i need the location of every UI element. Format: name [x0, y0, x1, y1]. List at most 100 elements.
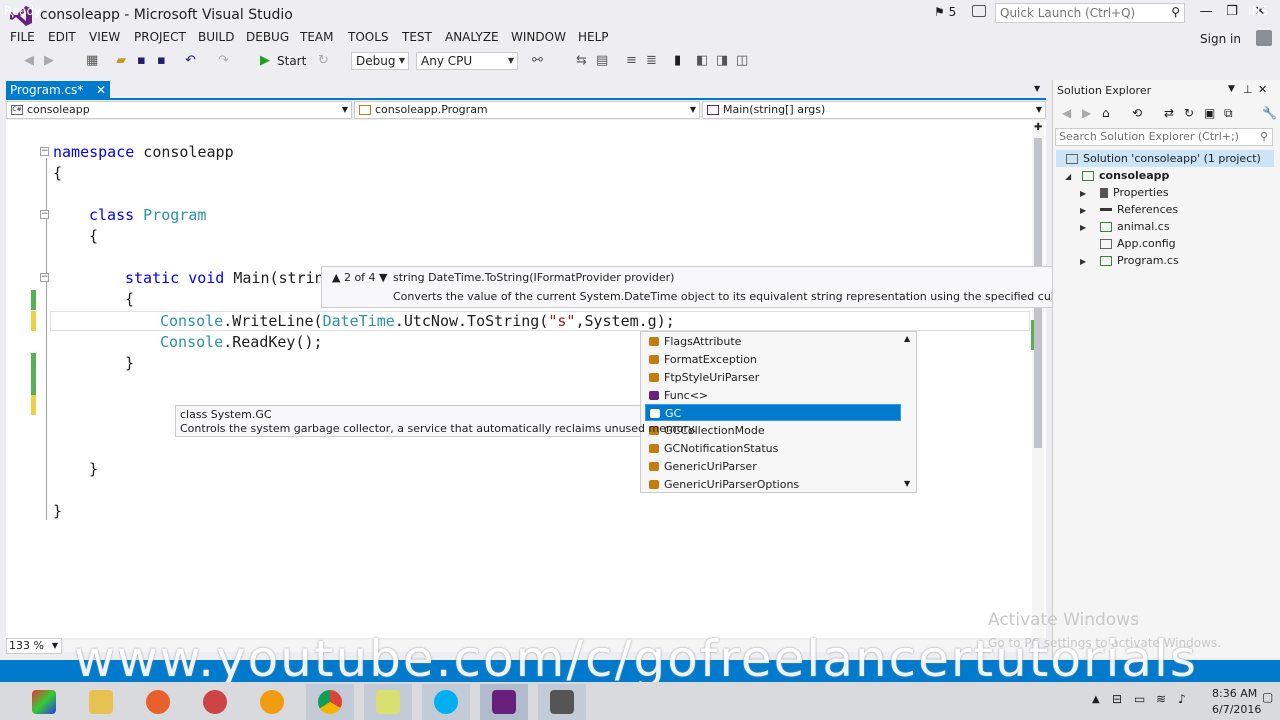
- search-icon[interactable]: ⚲: [1260, 129, 1268, 145]
- sign-in-link[interactable]: Sign in: [1200, 32, 1241, 46]
- taskbar-visual-studio[interactable]: [480, 684, 528, 720]
- pending-changes-icon[interactable]: ⇄: [1164, 106, 1174, 120]
- comment-icon[interactable]: ≡: [626, 53, 637, 68]
- collapsed-icon[interactable]: ▶: [1080, 223, 1086, 232]
- search-icon[interactable]: ⚲: [1171, 5, 1180, 19]
- completion-item-selected[interactable]: GC: [645, 404, 901, 421]
- split-icon[interactable]: ✚: [1034, 122, 1042, 133]
- menu-team[interactable]: TEAM: [300, 30, 333, 44]
- taskbar-recorder[interactable]: [538, 684, 586, 720]
- menu-window[interactable]: WINDOW: [511, 30, 566, 44]
- collapsed-icon[interactable]: ▶: [1080, 257, 1086, 266]
- tab-dropdown-icon[interactable]: ▼: [1034, 84, 1040, 93]
- forward-icon[interactable]: ▶: [44, 53, 54, 68]
- tab-program-cs[interactable]: Program.cs* ✕: [6, 81, 110, 99]
- tree-references[interactable]: References: [1100, 201, 1178, 218]
- taskbar-explorer[interactable]: [77, 684, 125, 720]
- taskbar-notes[interactable]: [364, 684, 412, 720]
- restore-button[interactable]: ❐: [1219, 4, 1245, 22]
- menu-test[interactable]: TEST: [402, 30, 432, 44]
- tree-properties[interactable]: Properties: [1100, 184, 1169, 201]
- new-project-icon[interactable]: ▦: [86, 53, 98, 68]
- start-icon[interactable]: ▶: [260, 53, 270, 68]
- completion-item[interactable]: GenericUriParserOptions: [645, 476, 901, 493]
- collapse-namespace-icon[interactable]: −: [40, 147, 49, 156]
- home-icon[interactable]: ⌂: [1102, 106, 1110, 120]
- battery-icon[interactable]: ▭: [1134, 692, 1145, 706]
- panel-dropdown-icon[interactable]: ▼: [1228, 84, 1235, 94]
- bookmark-icon[interactable]: ▮: [674, 53, 681, 68]
- pin-icon[interactable]: ⊥: [1243, 83, 1253, 96]
- taskbar-paint[interactable]: [20, 684, 68, 720]
- taskbar-firefox[interactable]: [134, 684, 182, 720]
- configuration-select[interactable]: Debug ▼: [351, 52, 409, 70]
- refresh-icon[interactable]: ↻: [318, 53, 329, 68]
- taskbar-snipping[interactable]: [191, 684, 239, 720]
- refresh-icon[interactable]: ↻: [1184, 106, 1194, 120]
- type-navigation-select[interactable]: consoleapp.Program ▼: [354, 101, 700, 119]
- zoom-select[interactable]: 133 % ▼: [6, 638, 62, 654]
- menu-analyze[interactable]: ANALYZE: [445, 30, 499, 44]
- notification-center-icon[interactable]: ▢: [1262, 690, 1273, 704]
- menu-edit[interactable]: EDIT: [48, 30, 76, 44]
- menu-file[interactable]: FILE: [10, 30, 35, 44]
- quick-launch-input[interactable]: [996, 4, 1156, 22]
- bookmark-next-icon[interactable]: ◨: [716, 53, 728, 68]
- close-panel-icon[interactable]: ✕: [1258, 83, 1267, 96]
- menu-project[interactable]: PROJECT: [134, 30, 186, 44]
- save-all-icon[interactable]: ▪: [157, 53, 166, 68]
- minimize-button[interactable]: —: [1193, 4, 1219, 22]
- back-icon[interactable]: ◀: [1062, 106, 1071, 120]
- start-button[interactable]: Start: [277, 54, 306, 68]
- properties-icon[interactable]: 🔧: [1262, 106, 1277, 120]
- tree-solution[interactable]: Solution 'consoleapp' (1 project): [1056, 150, 1274, 167]
- menu-help[interactable]: HELP: [578, 30, 609, 44]
- save-icon[interactable]: ▪: [137, 53, 146, 68]
- find-icon[interactable]: ⚯: [532, 53, 543, 68]
- clock-time[interactable]: 8:36 AM: [1212, 687, 1257, 700]
- tree-app-config[interactable]: App.config: [1100, 235, 1176, 252]
- collapsed-icon[interactable]: ▶: [1080, 189, 1086, 198]
- tree-project[interactable]: consoleapp: [1082, 167, 1169, 184]
- solution-explorer-search[interactable]: Search Solution Explorer (Ctrl+;) ⚲: [1055, 128, 1273, 146]
- scroll-up-icon[interactable]: ▲: [904, 334, 910, 343]
- taskbar-media[interactable]: [248, 684, 296, 720]
- overload-counter[interactable]: ▲ 2 of 4 ▼: [332, 271, 388, 284]
- notifications-button[interactable]: ⚑ 5: [934, 5, 956, 19]
- redo-icon[interactable]: ↷: [218, 53, 229, 68]
- layout-icon[interactable]: ▤: [596, 53, 608, 68]
- intellisense-completion-list[interactable]: FlagsAttribute FormatException FtpStyleU…: [640, 331, 917, 493]
- feedback-icon[interactable]: [972, 5, 986, 17]
- menu-tools[interactable]: TOOLS: [348, 30, 389, 44]
- taskbar-skype[interactable]: [422, 684, 470, 720]
- bookmark-prev-icon[interactable]: ◧: [696, 53, 708, 68]
- scroll-down-icon[interactable]: ▼: [904, 479, 910, 488]
- menu-view[interactable]: VIEW: [89, 30, 120, 44]
- menu-build[interactable]: BUILD: [198, 30, 234, 44]
- completion-item[interactable]: FlagsAttribute: [645, 333, 901, 350]
- collapse-all-icon[interactable]: ▣: [1204, 106, 1215, 120]
- wifi-icon[interactable]: ≋: [1156, 692, 1166, 706]
- navigate-icon[interactable]: ⇆: [576, 53, 587, 68]
- member-navigation-select[interactable]: Main(string[] args) ▼: [702, 101, 1046, 119]
- undo-icon[interactable]: ↶: [185, 53, 196, 68]
- uncomment-icon[interactable]: ≣: [646, 53, 657, 68]
- completion-item[interactable]: FtpStyleUriParser: [645, 369, 901, 386]
- quick-launch[interactable]: ⚲: [995, 3, 1185, 23]
- collapse-class-icon[interactable]: −: [40, 210, 49, 219]
- tree-program-cs[interactable]: Program.cs: [1100, 252, 1179, 269]
- tray-expand-icon[interactable]: ▲: [1092, 694, 1100, 705]
- volume-icon[interactable]: ♪: [1178, 692, 1186, 706]
- forward-icon[interactable]: ▶: [1082, 106, 1091, 120]
- tree-animal-cs[interactable]: animal.cs: [1100, 218, 1170, 235]
- completion-item[interactable]: Func<>: [645, 387, 901, 404]
- completion-item[interactable]: GCNotificationStatus: [645, 440, 901, 457]
- clock-date[interactable]: 6/7/2016: [1212, 703, 1261, 716]
- expanded-icon[interactable]: ◢: [1065, 172, 1071, 181]
- collapse-method-icon[interactable]: −: [40, 273, 49, 282]
- user-icon[interactable]: [1256, 30, 1272, 46]
- back-icon[interactable]: ◀: [24, 53, 34, 68]
- menu-debug[interactable]: DEBUG: [246, 30, 289, 44]
- completion-item[interactable]: FormatException: [645, 351, 901, 368]
- open-file-icon[interactable]: ▰: [116, 53, 126, 68]
